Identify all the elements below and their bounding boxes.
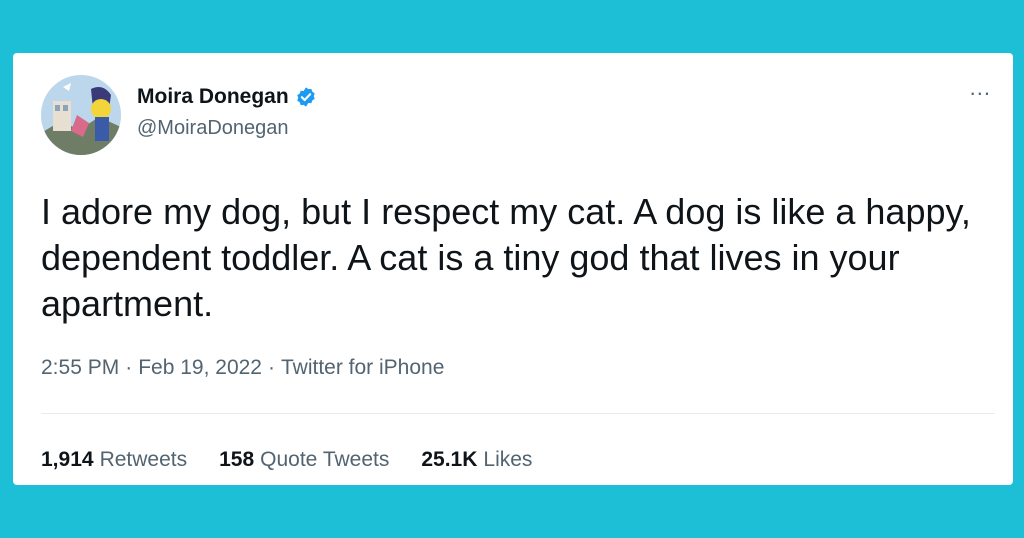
tweet-time[interactable]: 2:55 PM [41, 356, 119, 380]
meta-separator: · [267, 356, 275, 379]
avatar[interactable] [41, 75, 121, 155]
author-handle[interactable]: @MoiraDonegan [137, 117, 289, 140]
divider [41, 413, 995, 414]
more-icon[interactable]: ... [970, 77, 991, 99]
avatar-image [41, 75, 121, 155]
screenshot-frame: Moira Donegan @MoiraDonegan ... I adore … [0, 0, 1024, 538]
author-name-row: Moira Donegan [137, 85, 317, 109]
quote-tweets-count: 158 [219, 448, 255, 471]
retweets-label: Retweets [99, 448, 188, 471]
tweet-date[interactable]: Feb 19, 2022 [138, 356, 262, 380]
tweet-text: I adore my dog, but I respect my cat. A … [41, 191, 971, 324]
retweets-count: 1,914 [41, 448, 94, 471]
meta-separator: · [125, 356, 133, 379]
likes-count: 25.1K [421, 448, 478, 471]
engagement-stats: 1,914 Retweets 158 Quote Tweets 25.1K Li… [41, 448, 532, 472]
tweet-card: Moira Donegan @MoiraDonegan ... I adore … [13, 53, 1013, 485]
likes-stat[interactable]: 25.1K Likes [421, 448, 532, 472]
verified-badge-icon [296, 87, 315, 107]
author-display-name[interactable]: Moira Donegan [137, 85, 289, 109]
tweet-metadata: 2:55 PM · Feb 19, 2022 · Twitter for iPh… [41, 356, 444, 380]
retweets-stat[interactable]: 1,914 Retweets [41, 448, 187, 472]
quote-tweets-stat[interactable]: 158 Quote Tweets [219, 448, 389, 472]
tweet-source[interactable]: Twitter for iPhone [281, 356, 444, 380]
likes-label: Likes [483, 448, 533, 471]
quote-tweets-label: Quote Tweets [260, 448, 390, 471]
